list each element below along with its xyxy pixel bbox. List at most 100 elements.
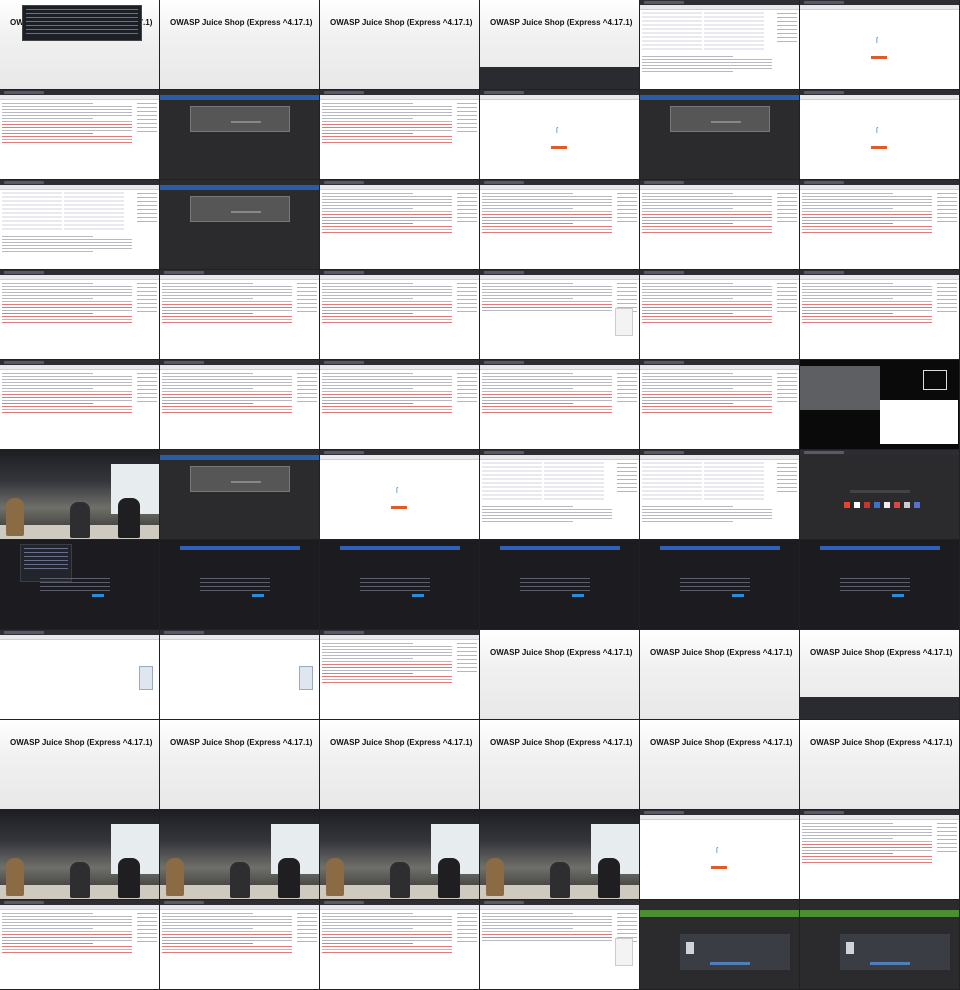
tab-strip[interactable] (800, 95, 959, 100)
thumbnail-blank-side[interactable] (0, 630, 159, 719)
tab-strip[interactable] (0, 905, 159, 910)
dialog-card[interactable] (840, 934, 950, 970)
thumbnail-burp[interactable] (0, 90, 159, 179)
popup-panel[interactable] (615, 938, 633, 966)
popup-panel[interactable] (615, 308, 633, 336)
request-table[interactable] (482, 462, 542, 502)
shortcut-icon[interactable] (884, 502, 890, 508)
thumbnail-icons[interactable] (800, 450, 959, 539)
request-table[interactable] (544, 462, 604, 502)
thumbnail-burp[interactable] (640, 180, 799, 269)
thumbnail-scene[interactable] (160, 810, 319, 899)
tab-strip[interactable] (800, 5, 959, 10)
thumbnail-juice[interactable]: OWASP Juice Shop (Express ^4.17.1) (320, 720, 479, 809)
thumbnail-dark-page[interactable] (480, 540, 639, 629)
tab-strip[interactable] (0, 365, 159, 370)
thumbnail-trash[interactable] (800, 900, 959, 989)
submit-button[interactable] (412, 594, 424, 597)
thumbnail-dark-page[interactable] (320, 540, 479, 629)
thumbnail-juice[interactable]: OWASP Juice Shop (Express ^4.17.1) (480, 720, 639, 809)
modal-button[interactable] (231, 211, 261, 213)
request-table[interactable] (642, 12, 702, 52)
shortcut-icon[interactable] (904, 502, 910, 508)
tab-strip[interactable] (0, 95, 159, 100)
tab-strip[interactable] (640, 815, 799, 820)
thumbnail-dark-terminal[interactable] (0, 540, 159, 629)
terminal-window[interactable] (22, 5, 142, 41)
thumbnail-burp[interactable] (800, 180, 959, 269)
tab-strip[interactable] (800, 185, 959, 190)
thumbnail-burp[interactable] (320, 180, 479, 269)
thumbnail-juice-dark[interactable]: OWASP Juice Shop (Express ^4.17.1) (480, 0, 639, 89)
thumbnail-juice[interactable]: OWASP Juice Shop (Express ^4.17.1) (800, 720, 959, 809)
tab-strip[interactable] (480, 365, 639, 370)
thumbnail-burp[interactable] (160, 900, 319, 989)
thumbnail-scene[interactable] (320, 810, 479, 899)
tab-strip[interactable] (480, 905, 639, 910)
tab-strip[interactable] (320, 275, 479, 280)
thumbnail-modal[interactable] (160, 180, 319, 269)
shortcut-icon[interactable] (844, 502, 850, 508)
request-table[interactable] (704, 462, 764, 502)
thumbnail-scene[interactable] (480, 810, 639, 899)
modal-dialog[interactable] (190, 196, 290, 222)
dismiss-button[interactable] (871, 146, 887, 149)
shortcut-icon[interactable] (854, 502, 860, 508)
shortcut-icons[interactable] (844, 502, 924, 508)
tab-strip[interactable] (160, 365, 319, 370)
thumbnail-modal[interactable] (160, 450, 319, 539)
thumbnail-burp[interactable] (800, 810, 959, 899)
dismiss-button[interactable] (391, 506, 407, 509)
tab-strip[interactable] (800, 815, 959, 820)
tab-strip[interactable] (160, 905, 319, 910)
thumbnail-burp[interactable] (320, 630, 479, 719)
thumbnail-juice[interactable]: OWASP Juice Shop (Express ^4.17.1) (0, 720, 159, 809)
dismiss-button[interactable] (711, 866, 727, 869)
tab-strip[interactable] (800, 275, 959, 280)
thumbnail-modal[interactable] (160, 90, 319, 179)
thumbnail-juice[interactable]: OWASP Juice Shop (Express ^4.17.1) (320, 0, 479, 89)
request-table[interactable] (704, 12, 764, 52)
thumbnail-dark-page[interactable] (800, 540, 959, 629)
search-input[interactable] (850, 490, 910, 493)
submit-button[interactable] (732, 594, 744, 597)
thumbnail-burp[interactable] (0, 900, 159, 989)
tab-strip[interactable] (640, 275, 799, 280)
tab-strip[interactable] (640, 455, 799, 460)
tab-strip[interactable] (480, 185, 639, 190)
tab-strip[interactable] (320, 95, 479, 100)
thumbnail-scene[interactable] (0, 450, 159, 539)
thumbnail-juice[interactable]: OWASP Juice Shop (Express ^4.17.1) (160, 720, 319, 809)
tab-strip[interactable] (640, 365, 799, 370)
submit-button[interactable] (252, 594, 264, 597)
thumbnail-burp-table[interactable] (480, 450, 639, 539)
thumbnail-burp[interactable] (640, 270, 799, 359)
thumbnail-juice[interactable]: OWASP Juice Shop (Express ^4.17.1) (640, 630, 799, 719)
request-table[interactable] (642, 462, 702, 502)
dismiss-button[interactable] (551, 146, 567, 149)
confirm-button[interactable] (710, 962, 750, 965)
thumbnail-logo[interactable]: ſ (480, 90, 639, 179)
confirm-button[interactable] (870, 962, 910, 965)
thumbnail-scene[interactable] (0, 810, 159, 899)
tab-strip[interactable] (480, 95, 639, 100)
tab-strip[interactable] (0, 275, 159, 280)
thumbnail-modal[interactable] (640, 90, 799, 179)
thumbnail-terminal[interactable]: OWASP Juice Shop (Express ^4.17.1) (0, 0, 159, 89)
thumbnail-dark-page[interactable] (160, 540, 319, 629)
tab-strip[interactable] (480, 275, 639, 280)
tab-strip[interactable] (320, 365, 479, 370)
request-table[interactable] (64, 192, 124, 232)
thumbnail-burp[interactable] (0, 270, 159, 359)
modal-button[interactable] (711, 121, 741, 123)
tab-strip[interactable] (160, 635, 319, 640)
tab-strip[interactable] (320, 455, 479, 460)
thumbnail-burp[interactable] (160, 360, 319, 449)
tab-strip[interactable] (320, 635, 479, 640)
shortcut-icon[interactable] (864, 502, 870, 508)
thumbnail-burp-table[interactable] (640, 450, 799, 539)
thumbnail-juice[interactable]: OWASP Juice Shop (Express ^4.17.1) (480, 630, 639, 719)
thumbnail-juice-dark[interactable]: OWASP Juice Shop (Express ^4.17.1) (800, 630, 959, 719)
thumbnail-burp[interactable] (480, 180, 639, 269)
tab-strip[interactable] (640, 185, 799, 190)
